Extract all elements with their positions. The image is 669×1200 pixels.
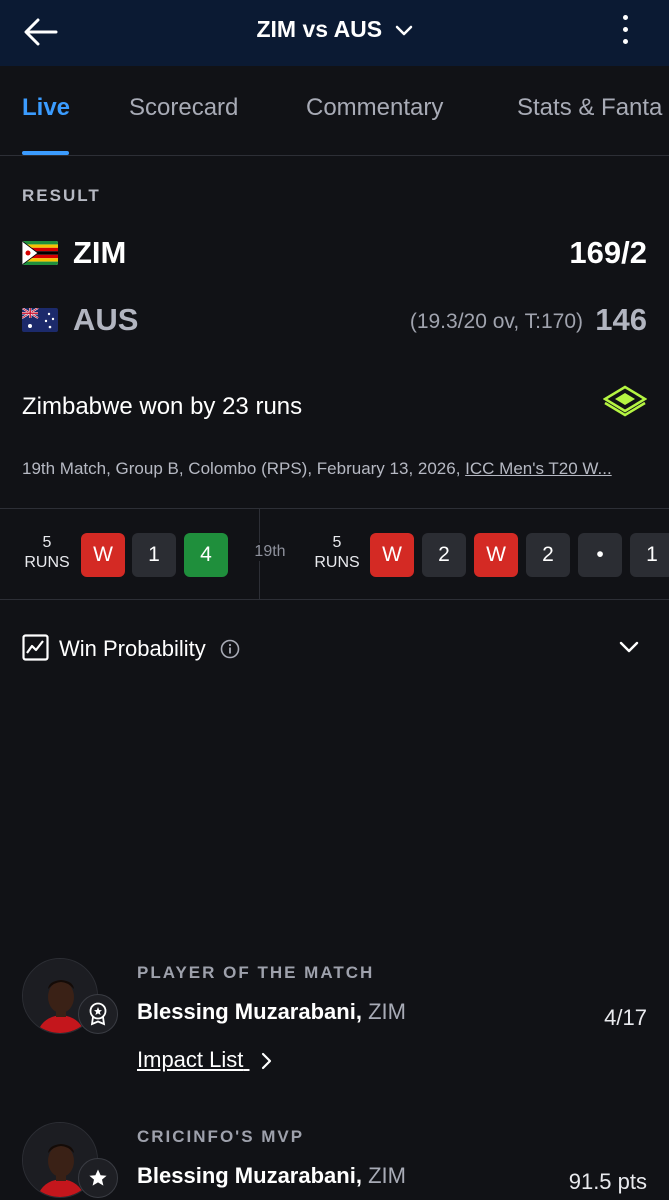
impact-list-label: Impact List: [137, 1047, 244, 1072]
player-name: Blessing Muzarabani,: [137, 1163, 362, 1188]
ball-runs: 1: [132, 533, 176, 577]
result-summary: Zimbabwe won by 23 runs: [22, 393, 303, 420]
cricinfo-mvp-card[interactable]: CRICINFO'S MVP Blessing Muzarabani, ZIM …: [22, 1122, 647, 1200]
impact-list-link[interactable]: Impact List: [137, 1047, 272, 1073]
team-row-zim: ZIM 169/2: [22, 233, 647, 273]
ball-runs: 2: [422, 533, 466, 577]
tab-live[interactable]: Live: [22, 94, 70, 122]
overs-target: (19.3/20 ov, T:170): [409, 310, 583, 333]
result-label: RESULT: [22, 186, 101, 205]
player-name: Blessing Muzarabani,: [137, 999, 362, 1024]
award-player: Blessing Muzarabani, ZIM: [137, 1163, 406, 1189]
ball-runs: 2: [526, 533, 570, 577]
chevron-down-icon[interactable]: [619, 640, 639, 654]
over-number-label: 19th: [245, 543, 295, 561]
recent-overs-strip[interactable]: 5 RUNS W 1 4 19th 5 RUNS W 2 W 2 • 1: [0, 508, 669, 600]
player-team: ZIM: [368, 999, 406, 1024]
over-runs-label: RUNS: [24, 554, 70, 571]
win-probability-label: Win Probability: [59, 636, 206, 661]
more-options-button[interactable]: [617, 15, 633, 49]
award-player: Blessing Muzarabani, ZIM: [137, 999, 406, 1025]
zimbabwe-flag-icon: [22, 241, 58, 265]
ball-dot: •: [578, 533, 622, 577]
chevron-right-icon: [261, 1053, 271, 1070]
over-runs-number: 5: [332, 534, 342, 551]
over-runs-number: 5: [42, 534, 52, 551]
match-title: ZIM vs AUS: [256, 16, 383, 42]
match-info: 19th Match, Group B, Colombo (RPS), Febr…: [22, 459, 646, 479]
tab-commentary[interactable]: Commentary: [306, 94, 443, 122]
more-dot: [622, 39, 628, 44]
win-probability-section[interactable]: Win Probability: [22, 630, 647, 670]
player-team: ZIM: [368, 1163, 406, 1188]
team-name: AUS: [73, 302, 139, 337]
star-icon: [78, 1158, 118, 1198]
over-runs: 5 RUNS: [307, 533, 367, 573]
team-row-aus: AUS (19.3/20 ov, T:170) 146: [22, 300, 647, 340]
series-link[interactable]: ICC Men's T20 W...: [465, 459, 612, 478]
ball-wicket: W: [370, 533, 414, 577]
team-score: 146: [595, 302, 647, 337]
award-badge-icon: [78, 994, 118, 1034]
info-icon[interactable]: [220, 639, 240, 659]
over-runs: 5 RUNS: [17, 533, 77, 573]
match-selector[interactable]: ZIM vs AUS: [0, 16, 669, 43]
award-label: CRICINFO'S MVP: [137, 1127, 305, 1146]
more-dot: [622, 27, 628, 32]
more-vertical-icon: [622, 15, 628, 20]
ball-boundary: 4: [184, 533, 228, 577]
cricinfo-logo-icon: [603, 385, 647, 417]
top-app-bar: ZIM vs AUS: [0, 0, 669, 66]
award-label: PLAYER OF THE MATCH: [137, 963, 375, 982]
tab-stats-fantasy[interactable]: Stats & Fanta: [517, 94, 662, 122]
team-score: 169/2: [569, 235, 647, 270]
chart-line-icon: [22, 634, 49, 661]
match-details: 19th Match, Group B, Colombo (RPS), Febr…: [22, 459, 466, 478]
player-figures: 4/17: [604, 1005, 647, 1030]
tab-bar: Live Scorecard Commentary Stats & Fanta: [0, 66, 669, 156]
ball-wicket: W: [474, 533, 518, 577]
ball-wicket: W: [81, 533, 125, 577]
australia-flag-icon: [22, 308, 58, 332]
active-tab-indicator: [22, 151, 69, 155]
team-name: ZIM: [73, 235, 127, 270]
player-points: 91.5 pts: [568, 1169, 647, 1194]
player-of-match-card[interactable]: PLAYER OF THE MATCH Blessing Muzarabani,…: [22, 958, 647, 1088]
over-runs-label: RUNS: [314, 554, 360, 571]
ball-runs: 1: [630, 533, 669, 577]
tab-scorecard[interactable]: Scorecard: [129, 94, 238, 122]
chevron-down-icon: [395, 25, 412, 36]
